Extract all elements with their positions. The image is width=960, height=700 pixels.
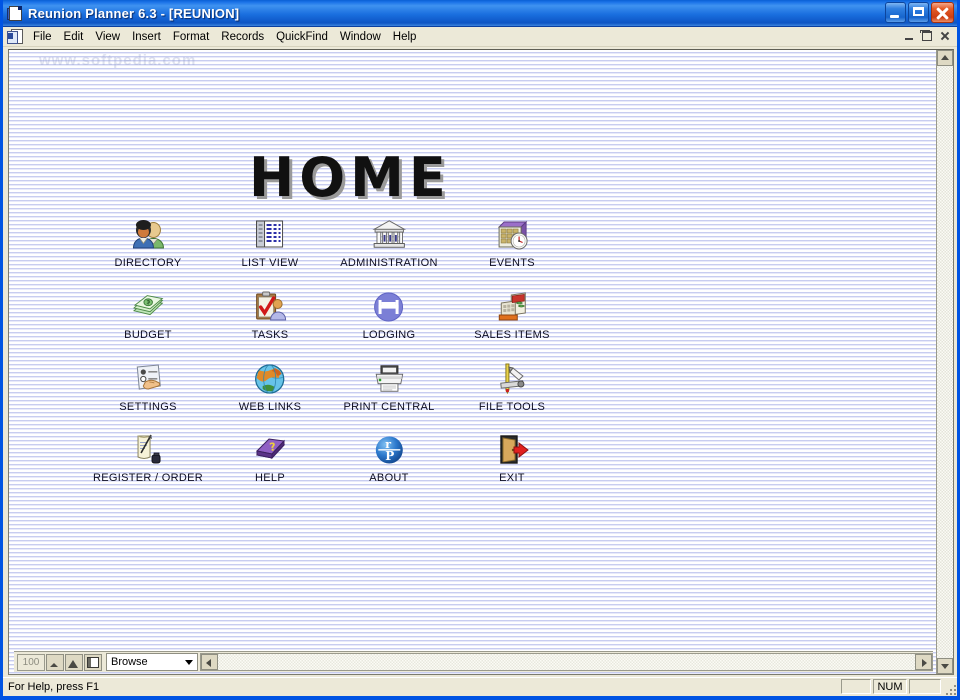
mdi-close-button[interactable] xyxy=(936,28,953,44)
page-title: HOME xyxy=(249,146,451,209)
clipboard-check-person-icon xyxy=(253,290,287,324)
status-bar: For Help, press F1 NUM xyxy=(3,677,957,696)
button-label: SALES ITEMS xyxy=(474,329,550,341)
window-title: Reunion Planner 6.3 - [REUNION] xyxy=(28,5,240,21)
menu-item-format[interactable]: Format xyxy=(167,29,215,45)
button-label: LODGING xyxy=(362,329,416,341)
document-window: www.softpedia.com HOME DIRECTORY LIST VI… xyxy=(8,49,954,675)
button-label: FILE TOOLS xyxy=(478,401,546,413)
button-help[interactable]: ? HELP xyxy=(253,433,287,484)
status-panel-num: NUM xyxy=(873,679,907,694)
button-list-view[interactable]: LIST VIEW xyxy=(242,218,299,269)
maximize-button[interactable] xyxy=(908,2,929,23)
button-lodging[interactable]: LODGING xyxy=(363,290,416,341)
two-people-icon xyxy=(131,218,165,252)
menu-item-edit[interactable]: Edit xyxy=(58,29,90,45)
button-label: DIRECTORY xyxy=(114,257,182,269)
menu-item-records[interactable]: Records xyxy=(215,29,270,45)
menu-bar: File Edit View Insert Format Records Qui… xyxy=(3,27,957,47)
zoom-in-button[interactable] xyxy=(65,653,83,671)
mode-select-value: Browse xyxy=(111,656,148,668)
svg-text:P: P xyxy=(385,449,394,463)
chevron-down-icon xyxy=(185,660,193,665)
button-label: HELP xyxy=(255,472,285,484)
application-window: Reunion Planner 6.3 - [REUNION] File Edi… xyxy=(0,0,960,700)
scroll-right-button[interactable] xyxy=(915,654,932,670)
button-about[interactable]: r P ABOUT xyxy=(369,433,408,484)
menu-item-help[interactable]: Help xyxy=(387,29,423,45)
button-label: SETTINGS xyxy=(119,401,177,413)
mdi-restore-button[interactable] xyxy=(918,28,935,44)
button-label: TASKS xyxy=(251,329,289,341)
button-label: WEB LINKS xyxy=(238,401,302,413)
status-panel-1 xyxy=(841,679,871,694)
window-controls xyxy=(885,2,954,23)
zoom-level-display[interactable]: 100 xyxy=(17,653,45,671)
rp-sphere-icon: r P xyxy=(372,433,406,467)
mode-select[interactable]: Browse xyxy=(106,653,198,671)
layout-status-bar: 100 Browse xyxy=(14,651,933,672)
scroll-left-button[interactable] xyxy=(201,654,218,670)
client-area: www.softpedia.com HOME DIRECTORY LIST VI… xyxy=(3,47,957,677)
status-area-toggle-button[interactable] xyxy=(84,653,102,671)
list-rolodex-icon xyxy=(253,218,287,252)
menu-item-window[interactable]: Window xyxy=(334,29,387,45)
menu-item-quickfind[interactable]: QuickFind xyxy=(270,29,334,45)
watermark: www.softpedia.com xyxy=(39,52,197,69)
button-label: BUDGET xyxy=(124,329,172,341)
status-message: For Help, press F1 xyxy=(8,681,100,693)
door-exit-icon xyxy=(495,433,529,467)
close-button[interactable] xyxy=(931,2,954,23)
button-tasks[interactable]: TASKS xyxy=(252,290,289,341)
bank-building-icon xyxy=(372,218,406,252)
calendar-clock-icon xyxy=(495,218,529,252)
button-label: PRINT CENTRAL xyxy=(343,401,435,413)
scrollbar-track[interactable] xyxy=(937,66,953,658)
cash-register-icon xyxy=(495,290,529,324)
zoom-out-button[interactable] xyxy=(46,653,64,671)
scroll-quill-icon xyxy=(131,433,165,467)
minimize-button[interactable] xyxy=(885,2,906,23)
button-label: ADMINISTRATION xyxy=(340,257,438,269)
status-panel-3 xyxy=(909,679,941,694)
button-print-central[interactable]: PRINT CENTRAL xyxy=(343,362,434,413)
button-budget[interactable]: BUDGET xyxy=(124,290,172,341)
mdi-minimize-button[interactable] xyxy=(900,28,917,44)
scroll-up-button[interactable] xyxy=(937,50,953,66)
app-document-icon xyxy=(7,5,23,21)
title-bar: Reunion Planner 6.3 - [REUNION] xyxy=(3,0,957,27)
globe-icon xyxy=(253,362,287,396)
button-register-order[interactable]: REGISTER / ORDER xyxy=(93,433,203,484)
button-exit[interactable]: EXIT xyxy=(495,433,529,484)
printer-icon xyxy=(372,362,406,396)
button-events[interactable]: EVENTS xyxy=(489,218,535,269)
button-label: ABOUT xyxy=(369,472,409,484)
money-stack-icon xyxy=(131,290,165,324)
menu-item-insert[interactable]: Insert xyxy=(126,29,167,45)
horizontal-scrollbar[interactable] xyxy=(200,653,933,671)
layout-canvas: www.softpedia.com HOME DIRECTORY LIST VI… xyxy=(9,50,936,674)
button-sales-items[interactable]: SALES ITEMS xyxy=(474,290,549,341)
menu-item-file[interactable]: File xyxy=(27,29,58,45)
button-directory[interactable]: DIRECTORY xyxy=(114,218,181,269)
button-label: EXIT xyxy=(499,472,525,484)
button-label: REGISTER / ORDER xyxy=(93,472,203,484)
button-administration[interactable]: ADMINISTRATION xyxy=(340,218,438,269)
mdi-child-controls xyxy=(900,28,953,44)
button-label: EVENTS xyxy=(489,257,535,269)
help-book-icon: ? xyxy=(253,433,287,467)
bed-circle-icon xyxy=(372,290,406,324)
scroll-down-button[interactable] xyxy=(937,658,953,674)
menu-item-view[interactable]: View xyxy=(89,29,126,45)
button-web-links[interactable]: WEB LINKS xyxy=(239,362,302,413)
button-file-tools[interactable]: FILE TOOLS xyxy=(479,362,545,413)
button-settings[interactable]: SETTINGS xyxy=(119,362,176,413)
document-icon[interactable] xyxy=(7,29,23,44)
options-hand-icon xyxy=(131,362,165,396)
status-panels: NUM xyxy=(841,679,941,694)
resize-grip[interactable] xyxy=(943,682,956,695)
vertical-scrollbar[interactable] xyxy=(936,50,953,674)
pencil-ruler-icon xyxy=(495,362,529,396)
button-label: LIST VIEW xyxy=(241,257,299,269)
